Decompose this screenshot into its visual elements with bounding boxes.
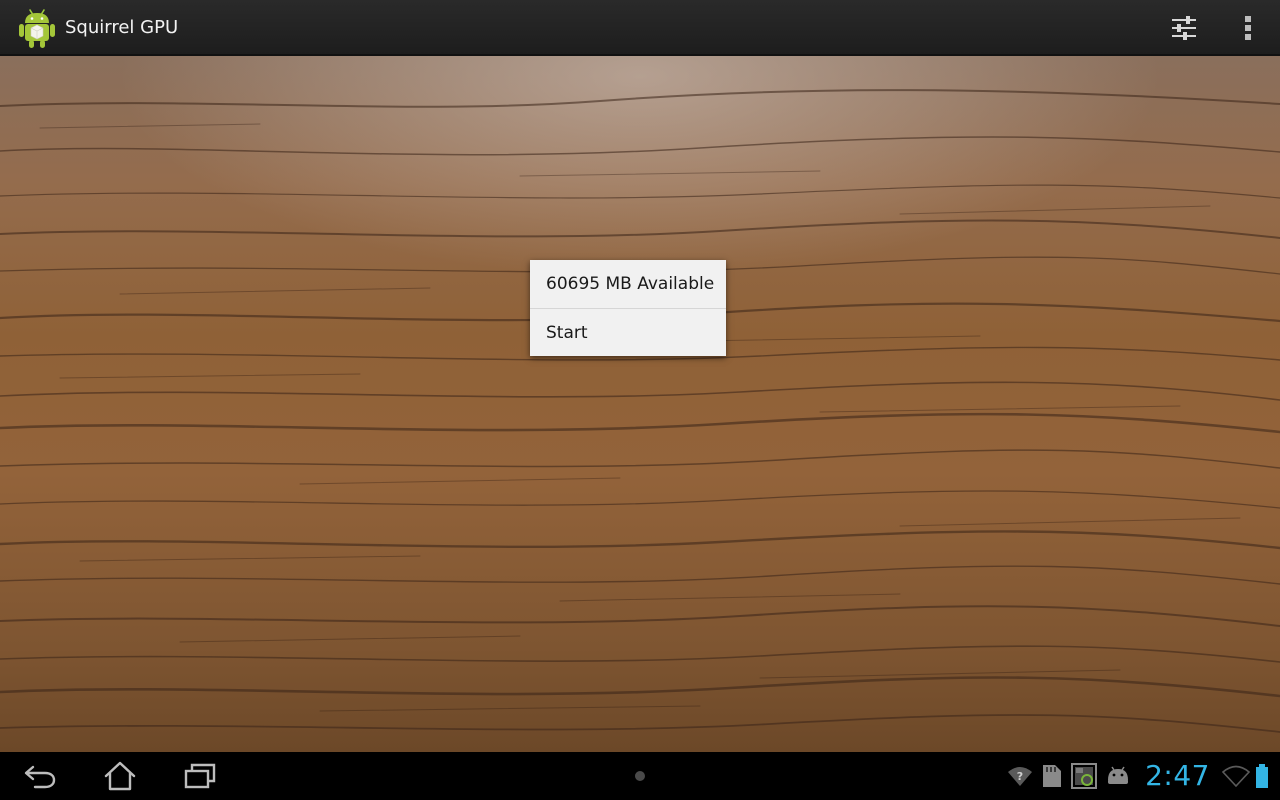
wifi-question-icon: ? <box>1008 767 1033 786</box>
back-icon <box>24 765 56 789</box>
status-area[interactable]: ? 2:47 <box>999 752 1270 800</box>
home-button[interactable] <box>88 752 152 800</box>
popup-item-available-space[interactable]: 60695 MB Available <box>530 260 726 308</box>
system-bar: ? 2:47 <box>0 752 1280 800</box>
screenshot-icon <box>1071 763 1098 789</box>
settings-button[interactable] <box>1160 0 1208 56</box>
action-bar: Squirrel GPU <box>0 0 1280 56</box>
popup-menu: 60695 MB Available Start <box>530 260 726 356</box>
android-debug-notification[interactable] <box>1105 752 1131 800</box>
wifi-signal-icon <box>1222 752 1250 800</box>
battery-icon <box>1254 752 1270 800</box>
recent-apps-button[interactable] <box>168 752 232 800</box>
android-robot-icon[interactable] <box>18 6 56 50</box>
start-label: Start <box>546 322 588 343</box>
sd-card-icon <box>1043 765 1062 787</box>
wood-background <box>0 56 1280 752</box>
overflow-menu-button[interactable] <box>1230 0 1266 56</box>
clock[interactable]: 2:47 <box>1145 752 1210 800</box>
home-icon <box>104 761 136 791</box>
screen: Squirrel GPU 60695 MB Available Start ? … <box>0 0 1280 800</box>
wood-grain <box>0 89 1280 733</box>
android-debug-icon <box>1108 766 1129 784</box>
svg-text:?: ? <box>1017 770 1023 783</box>
sliders-settings-icon <box>1172 16 1196 40</box>
wifi-notification[interactable]: ? <box>1007 752 1033 800</box>
overflow-menu-icon <box>1245 16 1251 40</box>
screenshot-notification[interactable] <box>1071 752 1098 800</box>
app-title: Squirrel GPU <box>65 17 179 38</box>
back-button[interactable] <box>8 752 72 800</box>
menu-indicator-dot <box>635 771 645 781</box>
available-space-label: 60695 MB Available <box>546 274 715 294</box>
sd-card-notification[interactable] <box>1041 752 1063 800</box>
popup-item-start[interactable]: Start <box>530 308 726 356</box>
recent-apps-icon <box>184 763 216 789</box>
